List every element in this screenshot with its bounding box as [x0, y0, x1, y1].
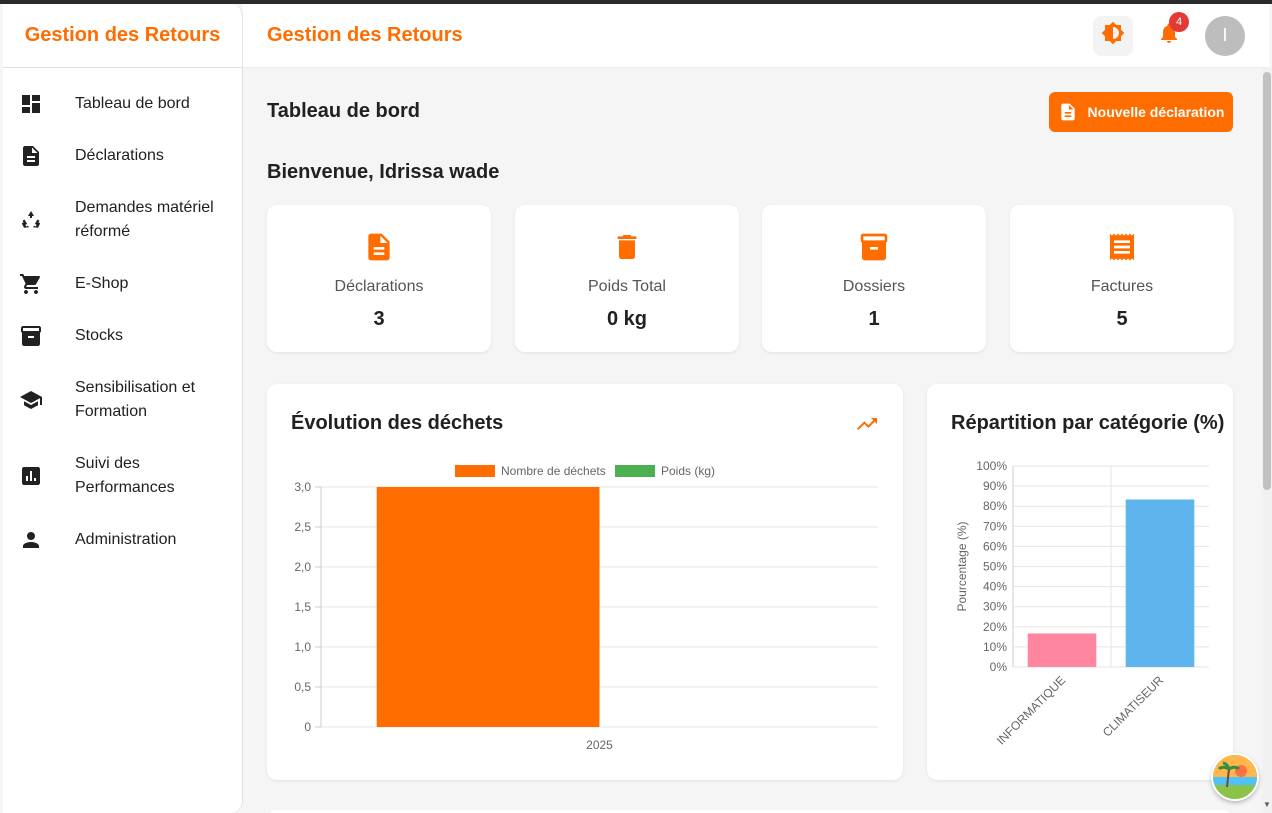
waste-evolution-panel: Évolution des déchets Nombre de déchets P… — [267, 384, 903, 780]
page-scrollbar[interactable]: ▼ — [1262, 68, 1272, 813]
person-icon — [19, 528, 75, 552]
y-tick-label: 2,0 — [294, 560, 311, 574]
school-icon — [19, 388, 75, 412]
document-icon — [1060, 103, 1075, 121]
scroll-down-icon[interactable]: ▼ — [1263, 800, 1271, 809]
sidebar-item-label: Sensibilisation et Formation — [75, 379, 196, 420]
sidebar-item-administration[interactable]: Administration — [3, 514, 242, 566]
stat-label: Poids Total — [588, 278, 666, 295]
sidebar-item-eshop[interactable]: E-Shop — [3, 258, 242, 310]
stat-value: 5 — [1116, 308, 1128, 330]
sidebar-item-training[interactable]: Sensibilisation et Formation — [3, 362, 242, 438]
sidebar-item-label: Suivi des Performances — [75, 455, 175, 496]
y-tick-label: 20% — [983, 620, 1007, 634]
sidebar-brand: Gestion des Retours — [24, 24, 221, 46]
stat-label: Factures — [1090, 278, 1154, 295]
brightness-icon — [1101, 21, 1125, 50]
y-tick-label: 70% — [983, 519, 1007, 533]
app-title: Gestion des Retours — [267, 24, 463, 46]
analytics-icon — [19, 464, 75, 488]
stat-card-declarations: Déclarations 3 — [267, 205, 491, 352]
palm-beach-icon — [1213, 755, 1257, 799]
y-tick-label: 1,5 — [294, 600, 311, 614]
waste-evolution-chart: Nombre de déchets Poids (kg) 0 0,5 1,0 1,5 2,0… — [294, 464, 878, 752]
sidebar-item-performance[interactable]: Suivi des Performances — [3, 438, 242, 514]
document-icon — [363, 231, 395, 263]
user-avatar[interactable]: I — [1205, 15, 1245, 56]
welcome-message: Bienvenue, Idrissa wade — [267, 161, 500, 183]
sidebar-header: Gestion des Retours — [3, 4, 242, 68]
new-declaration-button[interactable]: Nouvelle déclaration — [1049, 92, 1233, 132]
sidebar-item-label: Administration — [75, 531, 177, 548]
app-bar: Gestion des Retours 4 I — [243, 4, 1269, 68]
sidebar-nav: Tableau de bord Déclarations Demandes ma… — [3, 78, 242, 566]
category-distribution-panel: Répartition par catégorie (%) 0% 10% 20% 30… — [927, 384, 1233, 780]
y-tick-label: 0,5 — [294, 680, 311, 694]
stat-label: Dossiers — [842, 278, 906, 295]
y-axis-title: Pourcentage (%) — [955, 521, 969, 611]
notifications-button[interactable]: 4 — [1149, 11, 1189, 56]
assistant-floating-button[interactable] — [1211, 753, 1259, 801]
sidebar-item-label: Stocks — [75, 327, 124, 344]
sidebar-item-label: Tableau de bord — [75, 95, 190, 112]
stat-card-invoices: Factures 5 — [1010, 205, 1234, 352]
legend-swatch — [615, 465, 655, 477]
new-declaration-label: Nouvelle déclaration — [1087, 104, 1225, 120]
legend-label: Nombre de déchets — [501, 464, 606, 478]
recycle-icon — [19, 208, 75, 232]
y-tick-label: 90% — [983, 479, 1007, 493]
sidebar-item-stocks[interactable]: Stocks — [3, 310, 242, 362]
x-tick-label: 2025 — [586, 738, 613, 752]
receipt-icon — [1106, 231, 1138, 263]
stat-value: 0 kg — [606, 308, 648, 330]
stat-value: 3 — [373, 308, 385, 330]
y-tick-label: 10% — [983, 640, 1007, 654]
notification-badge: 4 — [1169, 11, 1189, 32]
y-tick-label: 2,5 — [294, 520, 311, 534]
bar — [376, 487, 600, 727]
page-title: Tableau de bord — [267, 100, 420, 122]
stat-label: Déclarations — [334, 278, 424, 295]
x-tick-label: INFORMATIQUE — [994, 673, 1068, 747]
sidebar-item-declarations[interactable]: Déclarations — [3, 130, 242, 182]
dashboard-icon — [19, 92, 75, 116]
stat-card-files: Dossiers 1 — [762, 205, 986, 352]
y-tick-label: 3,0 — [294, 480, 311, 494]
cart-icon — [19, 272, 75, 296]
y-tick-label: 40% — [983, 580, 1007, 594]
sidebar-item-label: Demandes matériel réformé — [75, 199, 214, 240]
archive-icon — [19, 324, 75, 348]
legend-label: Poids (kg) — [661, 464, 715, 478]
y-tick-label: 0% — [990, 660, 1008, 674]
archive-icon — [858, 231, 890, 263]
y-tick-label: 30% — [983, 600, 1007, 614]
y-tick-label: 50% — [983, 560, 1007, 574]
sidebar-item-label: E-Shop — [75, 275, 129, 292]
trash-icon — [611, 231, 643, 263]
sidebar-item-dashboard[interactable]: Tableau de bord — [3, 78, 242, 130]
y-tick-label: 100% — [976, 459, 1007, 473]
y-tick-label: 1,0 — [294, 640, 311, 654]
bar — [1027, 633, 1097, 667]
stat-value: 1 — [868, 308, 880, 330]
legend-swatch — [455, 465, 495, 477]
x-tick-label: CLIMATISEUR — [1100, 673, 1167, 740]
sidebar-item-reformed-material[interactable]: Demandes matériel réformé — [3, 182, 242, 258]
y-tick-label: 80% — [983, 499, 1007, 513]
sidebar-item-label: Déclarations — [75, 147, 164, 164]
document-icon — [19, 144, 75, 168]
bar — [1125, 499, 1195, 667]
y-tick-label: 0 — [304, 720, 311, 734]
stat-card-total-weight: Poids Total 0 kg — [515, 205, 739, 352]
theme-toggle-button[interactable] — [1093, 15, 1133, 56]
sidebar: Gestion des Retours Tableau de bord Décl… — [3, 4, 243, 813]
scrollbar-thumb[interactable] — [1263, 72, 1271, 490]
y-tick-label: 60% — [983, 539, 1007, 553]
category-distribution-chart: 0% 10% 20% 30% 40% 50% 60% 70% 80% 90% 100% Pourcen… — [955, 459, 1209, 748]
